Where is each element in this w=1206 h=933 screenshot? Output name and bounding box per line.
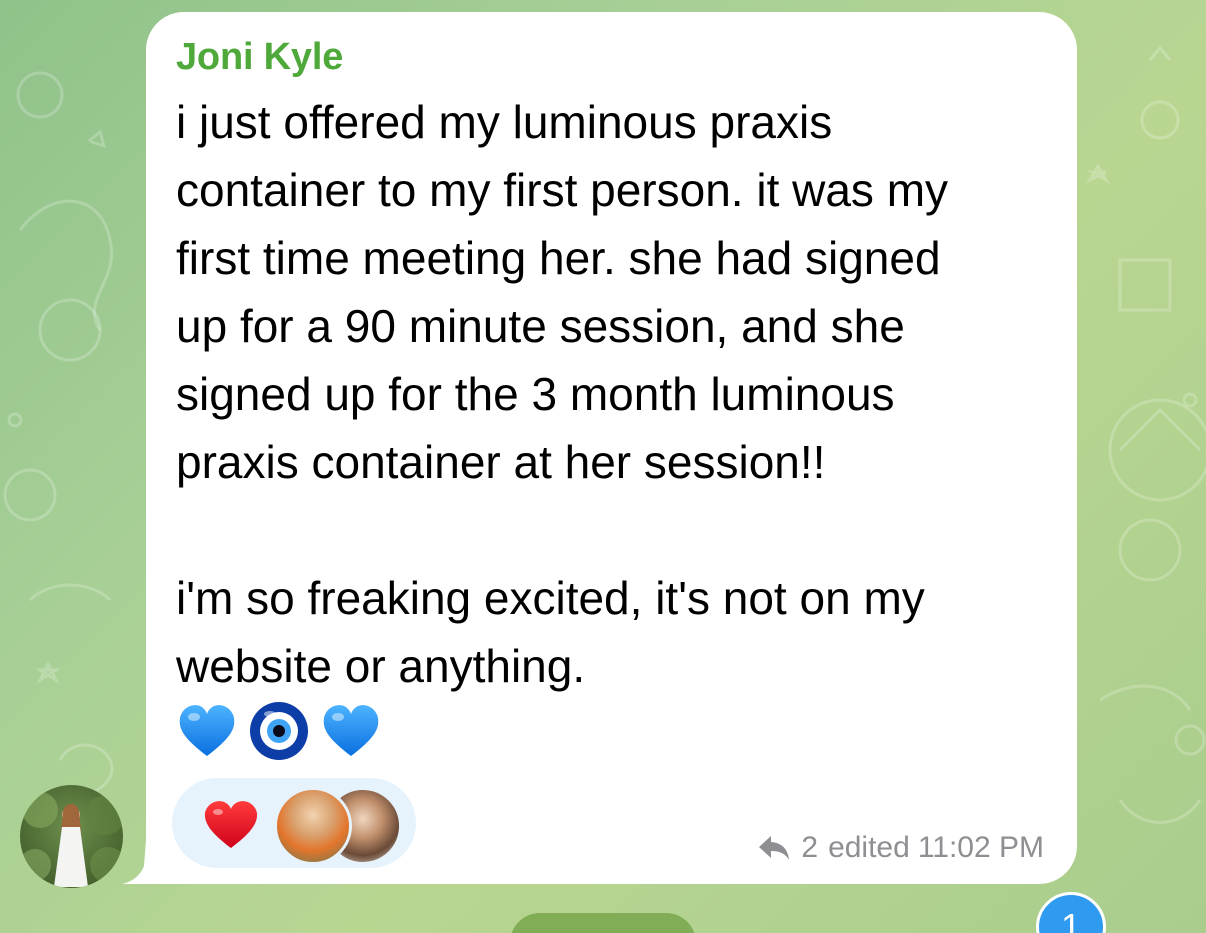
blue-heart-icon: [179, 705, 235, 756]
red-heart-icon: [204, 801, 258, 848]
message-text: i just offered my luminous praxis contai…: [176, 96, 949, 692]
edited-label: edited: [828, 831, 910, 864]
sender-name[interactable]: Joni Kyle: [176, 36, 343, 79]
nazar-amulet-icon: [250, 702, 308, 760]
blue-heart-icon: [323, 705, 379, 756]
reply-count[interactable]: 2: [801, 831, 818, 865]
sender-avatar-photo: [20, 792, 123, 887]
reply-arrow-icon[interactable]: [757, 834, 791, 862]
date-separator-chip: [510, 913, 696, 933]
message-time: 11:02 PM: [917, 831, 1044, 864]
message-emoji-row: [176, 698, 382, 764]
reaction-chip-red-heart[interactable]: [172, 778, 416, 868]
reactor-avatar-1: [274, 787, 352, 865]
sender-avatar[interactable]: [20, 785, 123, 888]
message-meta: 2 edited 11:02 PM: [757, 828, 1044, 868]
